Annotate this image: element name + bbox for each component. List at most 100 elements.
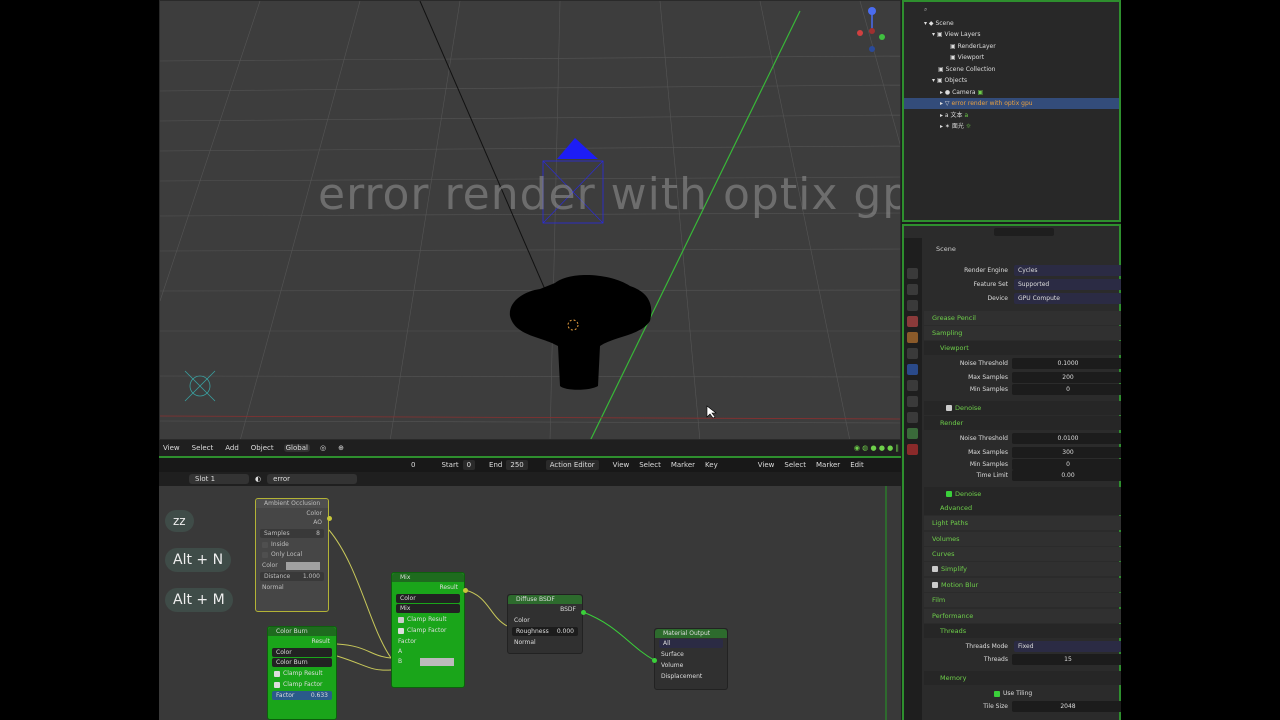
end-field[interactable]: 250 [506,460,528,470]
render-engine-row[interactable]: Render Engine Cycles [924,264,1121,278]
overlay-icons[interactable]: ◉ ◍ ● ● ● ‖ [852,444,901,452]
clamp-factor-checkbox[interactable]: Clamp Factor [392,625,464,636]
outliner-row-scene-collection[interactable]: ▣ Scene Collection [904,64,1119,75]
pivot-icon[interactable]: ◎ [318,444,328,452]
menu-view-action[interactable]: View [613,461,630,469]
outliner-row-area-light[interactable]: ▸ ✶ 面光 ☼ [904,121,1119,132]
modifier-tab-icon[interactable] [907,364,918,375]
props-search-input[interactable] [994,228,1054,236]
snap-icon[interactable]: ⊕ [336,444,346,452]
properties-editor[interactable]: Scene Render Engine Cycles Feature Set Sup… [902,224,1121,720]
shader-node-editor[interactable]: zz Alt + N Alt + M Ambient Occlusion Col… [159,486,901,720]
feature-set-row[interactable]: Feature Set Supported [924,278,1121,292]
blend-mode-dropdown[interactable]: Mix [396,604,460,613]
outliner-row-error-mesh[interactable]: ▸ ▽ error render with optix gpu [904,98,1119,109]
threads-row[interactable]: Threads 15 [924,653,1121,667]
target-dropdown[interactable]: All [659,639,723,648]
material-output-node[interactable]: Material Output All Surface Volume Displ… [654,628,728,690]
action-editor-dropdown[interactable]: Action Editor [545,460,599,470]
color-burn-node[interactable]: Color Burn Result Color Color Burn Clamp… [267,626,337,720]
material-tab-icon[interactable] [907,444,918,455]
outliner-row-text[interactable]: ▸ a 文本 a [904,110,1119,121]
menu-key[interactable]: Key [705,461,718,469]
color-input[interactable]: Color [256,560,328,571]
outliner-row-viewport[interactable]: ▣ Viewport [904,52,1119,63]
panel-simplify[interactable]: Simplify [924,562,1121,576]
mix-type-dropdown[interactable]: Color [272,648,332,657]
mix-node[interactable]: Mix Result Color Mix Clamp Result Clamp … [391,572,465,688]
panel-film[interactable]: Film [924,593,1121,607]
samples-field[interactable]: Samples 8 [260,529,324,538]
world-tab-icon[interactable] [907,332,918,343]
menu-object[interactable]: Object [249,444,276,452]
menu-select-2[interactable]: Select [784,461,806,469]
menu-view-2[interactable]: View [758,461,775,469]
factor-slider[interactable]: Factor 0.633 [272,691,332,700]
subpanel-memory[interactable]: Memory [924,671,1121,685]
use-tiling-row[interactable]: Use Tiling [924,687,1121,701]
panel-motion-blur[interactable]: Motion Blur [924,578,1121,592]
clamp-factor-checkbox[interactable]: Clamp Factor [268,679,336,690]
menu-view[interactable]: View [161,444,182,452]
menu-add[interactable]: Add [223,444,241,452]
subpanel-threads[interactable]: Threads [924,624,1121,638]
particles-tab-icon[interactable] [907,380,918,391]
blend-mode-dropdown[interactable]: Color Burn [272,658,332,667]
node-title: Diffuse BSDF [508,595,582,604]
clamp-result-checkbox[interactable]: Clamp Result [268,668,336,679]
panel-sampling[interactable]: Sampling [924,326,1121,340]
threads-mode-row[interactable]: Threads Mode Fixed [924,640,1121,654]
clamp-result-checkbox[interactable]: Clamp Result [392,614,464,625]
outliner-header: ⌕ [904,4,1119,15]
orientation-dropdown[interactable]: Global [283,444,310,452]
diffuse-bsdf-node[interactable]: Diffuse BSDF BSDF Color Roughness 0.000 N… [507,594,583,654]
start-field[interactable]: 0 [462,460,476,470]
outliner-row-scene[interactable]: ▾ ◆ Scene [904,18,1119,29]
subpanel-denoise-render[interactable]: Denoise [924,487,1121,501]
3d-viewport[interactable]: error render with optix gp [159,0,901,440]
object-tab-icon[interactable] [907,348,918,359]
slot-dropdown[interactable]: Slot 1 [189,474,249,484]
view-layer-tab-icon[interactable] [907,300,918,311]
menu-select[interactable]: Select [190,444,216,452]
physics-tab-icon[interactable] [907,396,918,407]
panel-performance[interactable]: Performance [924,609,1121,623]
outliner-row-renderlayer[interactable]: ▣ RenderLayer [904,41,1119,52]
mix-type-dropdown[interactable]: Color [396,594,460,603]
only-local-checkbox[interactable]: Only Local [256,549,328,560]
menu-marker-action[interactable]: Marker [671,461,695,469]
outliner-row-camera[interactable]: ▸ ● Camera ▣ [904,87,1119,98]
subpanel-denoise-vp[interactable]: Denoise [924,401,1121,415]
panel-volumes[interactable]: Volumes [924,532,1121,546]
device-row[interactable]: Device GPU Compute [924,292,1121,306]
data-tab-icon[interactable] [907,428,918,439]
distance-field[interactable]: Distance 1.000 [260,572,324,581]
subpanel-advanced[interactable]: Advanced [924,501,1121,515]
panel-grease-pencil[interactable]: Grease Pencil [924,311,1121,325]
subpanel-viewport[interactable]: Viewport [924,341,1121,355]
scene-tab-icon[interactable] [907,316,918,327]
render-tab-icon[interactable] [907,268,918,279]
vp-min-samples-row[interactable]: Min Samples 0 [924,383,1121,397]
material-field[interactable]: error [267,474,358,484]
output-tab-icon[interactable] [907,284,918,295]
subpanel-render[interactable]: Render [924,416,1121,430]
time-limit-row[interactable]: Time Limit 0.00 [924,469,1121,483]
ambient-occlusion-node[interactable]: Ambient Occlusion Color AO Samples 8 Insi… [255,498,329,612]
panel-curves[interactable]: Curves [924,547,1121,561]
constraints-tab-icon[interactable] [907,412,918,423]
tile-size-row[interactable]: Tile Size 2048 [924,700,1121,714]
outliner[interactable]: ⌕ ▾ ◆ Scene ▾ ▣ View Layers ▣ RenderLaye… [902,0,1121,222]
menu-select-action[interactable]: Select [639,461,661,469]
outliner-row-view-layers[interactable]: ▾ ▣ View Layers [904,29,1119,40]
outliner-row-objects[interactable]: ▾ ▣ Objects [904,75,1119,86]
panel-light-paths[interactable]: Light Paths [924,516,1121,530]
vp-noise-threshold-row[interactable]: Noise Threshold 0.1000 [924,357,1121,371]
r-noise-threshold-row[interactable]: Noise Threshold 0.0100 [924,432,1121,446]
menu-marker-2[interactable]: Marker [816,461,840,469]
current-frame[interactable]: 0 [411,461,415,469]
roughness-field[interactable]: Roughness 0.000 [512,627,578,636]
socket-b[interactable]: B [392,656,464,667]
menu-edit[interactable]: Edit [850,461,864,469]
socket-factor: Factor [398,638,417,645]
